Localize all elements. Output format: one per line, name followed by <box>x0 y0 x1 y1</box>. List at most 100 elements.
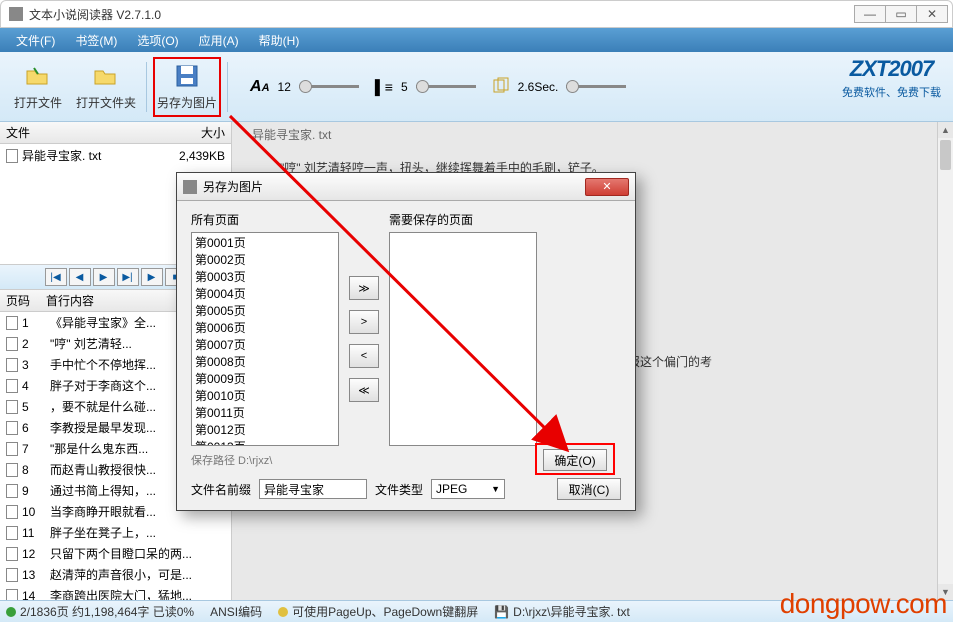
line-spacing-slider[interactable] <box>416 85 476 88</box>
maximize-button[interactable]: ▭ <box>885 5 917 23</box>
list-item[interactable]: 第0003页 <box>193 268 337 285</box>
watermark-text: dongpow.com <box>780 588 947 620</box>
list-item[interactable]: 第0001页 <box>193 234 337 251</box>
font-size-control[interactable]: AA 12 <box>250 78 359 96</box>
font-size-slider[interactable] <box>299 85 359 88</box>
dialog-title: 另存为图片 <box>203 178 585 195</box>
document-tab[interactable]: 异能寻宝家. txt <box>232 122 953 147</box>
nav-last-button[interactable]: ▶| <box>117 268 139 286</box>
dialog-titlebar[interactable]: 另存为图片 ✕ <box>177 173 635 201</box>
all-pages-listbox[interactable]: 第0001页第0002页第0003页第0004页第0005页第0006页第000… <box>191 232 339 446</box>
line-spacing-control[interactable]: ▌≡ 5 <box>375 79 476 95</box>
status-page-info: 2/1836页 约1,198,464字 已读0% <box>20 603 194 620</box>
size-column-label: 大小 <box>201 124 225 141</box>
cancel-button[interactable]: 取消(C) <box>557 478 621 500</box>
list-item[interactable]: 第0010页 <box>193 387 337 404</box>
move-all-left-button[interactable]: ≪ <box>349 378 379 402</box>
folder-open-icon <box>24 62 52 90</box>
status-encoding: ANSI编码 <box>210 603 262 620</box>
window-title: 文本小说阅读器 V2.7.1.0 <box>29 6 855 23</box>
dialog-close-button[interactable]: ✕ <box>585 178 629 196</box>
page-number: 6 <box>22 421 50 435</box>
list-item[interactable]: 第0011页 <box>193 404 337 421</box>
page-number: 7 <box>22 442 50 456</box>
page-row[interactable]: 11胖子坐在凳子上，... <box>0 522 231 543</box>
toolbar-separator <box>146 62 147 112</box>
speed-icon <box>492 76 510 97</box>
nav-prev-button[interactable]: ◀ <box>69 268 91 286</box>
page-row[interactable]: 13赵清萍的声音很小，可是... <box>0 564 231 585</box>
page-icon <box>6 547 18 561</box>
vertical-scrollbar[interactable]: ▲ ▼ <box>937 122 953 600</box>
toolbar-separator <box>227 62 228 112</box>
page-number: 2 <box>22 337 50 351</box>
list-item[interactable]: 第0005页 <box>193 302 337 319</box>
save-as-image-label: 另存为图片 <box>157 94 217 111</box>
file-column-label: 文件 <box>6 124 30 141</box>
menu-bookmark[interactable]: 书签(M) <box>65 29 127 52</box>
page-icon <box>6 568 18 582</box>
menu-option[interactable]: 选项(O) <box>127 29 188 52</box>
nav-first-button[interactable]: |◀ <box>45 268 67 286</box>
logo-tagline: 免费软件、免费下载 <box>842 84 941 100</box>
save-icon <box>173 62 201 90</box>
page-first-line: 李商跨出医院大门，猛地... <box>50 587 225 600</box>
page-number: 8 <box>22 463 50 477</box>
save-as-image-dialog: 另存为图片 ✕ 所有页面 需要保存的页面 第0001页第0002页第0003页第… <box>176 172 636 511</box>
dialog-icon <box>183 180 197 194</box>
open-folder-button[interactable]: 打开文件夹 <box>72 57 140 117</box>
nav-play-button[interactable]: ▶ <box>141 268 163 286</box>
open-file-button[interactable]: 打开文件 <box>4 57 72 117</box>
list-item[interactable]: 第0007页 <box>193 336 337 353</box>
page-row[interactable]: 14李商跨出医院大门，猛地... <box>0 585 231 600</box>
page-icon <box>6 463 18 477</box>
filename-prefix-input[interactable] <box>259 479 367 499</box>
nav-next-button[interactable]: ▶ <box>93 268 115 286</box>
page-icon <box>6 505 18 519</box>
minimize-button[interactable]: — <box>854 5 886 23</box>
file-name: 异能寻宝家. txt <box>22 147 101 164</box>
menu-file[interactable]: 文件(F) <box>6 29 65 52</box>
page-number: 14 <box>22 589 50 601</box>
list-item[interactable]: 第0002页 <box>193 251 337 268</box>
menu-app[interactable]: 应用(A) <box>189 29 249 52</box>
folder-icon <box>92 62 120 90</box>
page-icon <box>6 379 18 393</box>
brand-logo: ZXT2007 免费软件、免费下载 <box>842 56 941 100</box>
status-dot-yellow-icon <box>278 607 288 617</box>
selected-pages-listbox[interactable] <box>389 232 537 446</box>
page-icon <box>6 442 18 456</box>
list-item[interactable]: 第0009页 <box>193 370 337 387</box>
move-right-button[interactable]: > <box>349 310 379 334</box>
page-number: 12 <box>22 547 50 561</box>
file-row[interactable]: 异能寻宝家. txt 2,439KB <box>0 144 231 167</box>
list-item[interactable]: 第0006页 <box>193 319 337 336</box>
page-icon <box>6 421 18 435</box>
list-item[interactable]: 第0008页 <box>193 353 337 370</box>
ok-button[interactable]: 确定(O) <box>543 449 607 471</box>
save-as-image-button[interactable]: 另存为图片 <box>153 57 221 117</box>
move-left-button[interactable]: < <box>349 344 379 368</box>
close-button[interactable]: ✕ <box>916 5 948 23</box>
page-icon <box>6 484 18 498</box>
page-first-line: 赵清萍的声音很小，可是... <box>50 566 225 583</box>
scroll-thumb[interactable] <box>940 140 951 170</box>
logo-text: ZXT2007 <box>842 56 941 82</box>
scroll-up-arrow[interactable]: ▲ <box>938 122 953 138</box>
file-type-combobox[interactable]: JPEG ▼ <box>431 479 505 499</box>
menu-help[interactable]: 帮助(H) <box>249 29 310 52</box>
list-item[interactable]: 第0012页 <box>193 421 337 438</box>
chevron-down-icon: ▼ <box>491 484 500 494</box>
speed-value: 2.6Sec. <box>518 80 559 94</box>
page-row[interactable]: 12只留下两个目瞪口呆的两... <box>0 543 231 564</box>
file-type-value: JPEG <box>436 482 467 496</box>
font-size-value: 12 <box>278 80 291 94</box>
speed-control[interactable]: 2.6Sec. <box>492 76 627 97</box>
list-item[interactable]: 第0013页 <box>193 438 337 446</box>
speed-slider[interactable] <box>566 85 626 88</box>
page-first-line: 胖子坐在凳子上，... <box>50 524 225 541</box>
page-number: 10 <box>22 505 50 519</box>
page-icon <box>6 400 18 414</box>
move-all-right-button[interactable]: ≫ <box>349 276 379 300</box>
list-item[interactable]: 第0004页 <box>193 285 337 302</box>
